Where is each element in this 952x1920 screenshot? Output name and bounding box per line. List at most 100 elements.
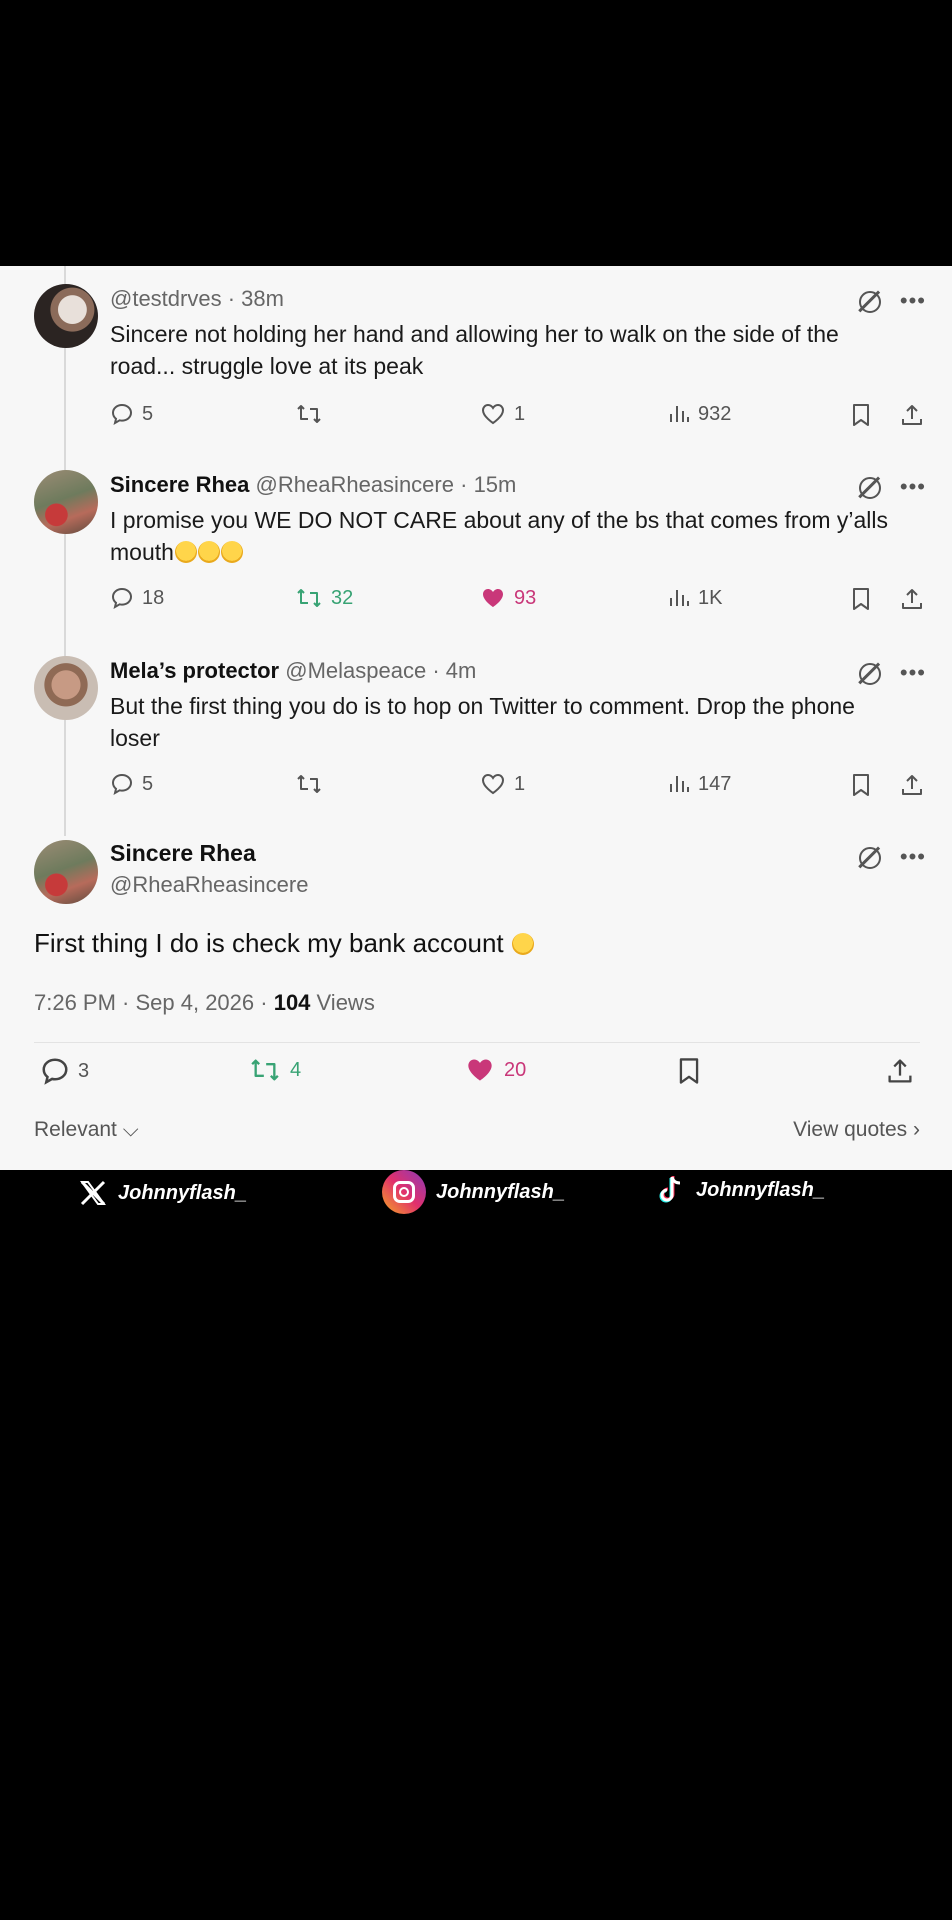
- reply-author-name[interactable]: Mela’s protector: [110, 658, 279, 683]
- main-post-actions: 3 4 20: [40, 1056, 920, 1090]
- repost-count: 4: [290, 1058, 302, 1081]
- thread-line: [64, 266, 66, 836]
- comment-icon: [111, 587, 133, 610]
- like-button[interactable]: 1: [480, 772, 525, 796]
- comment-icon: [111, 773, 133, 796]
- bookmark-button[interactable]: [850, 586, 872, 612]
- instagram-logo-icon: [382, 1170, 426, 1214]
- main-views-count: 104: [273, 990, 311, 1015]
- share-icon: [902, 589, 922, 609]
- astonished-emoji-icon: [511, 933, 534, 955]
- repost-button[interactable]: [295, 772, 331, 796]
- more-icon[interactable]: •••: [900, 290, 926, 312]
- grok-icon[interactable]: [856, 660, 882, 686]
- avatar[interactable]: [34, 284, 98, 348]
- like-button[interactable]: 1: [480, 402, 525, 426]
- repost-icon: [297, 589, 321, 607]
- sort-dropdown[interactable]: Relevant ⌵: [34, 1118, 139, 1141]
- share-icon: [902, 775, 922, 795]
- reply-button[interactable]: 5: [110, 772, 153, 796]
- share-button[interactable]: [900, 772, 924, 798]
- more-icon[interactable]: •••: [900, 662, 926, 684]
- share-icon: [902, 405, 922, 425]
- reply-meta: Sincere Rhea @RheaRheasincere · 15m: [110, 472, 517, 497]
- bookmark-icon: [679, 1058, 699, 1084]
- grok-icon[interactable]: [856, 474, 882, 500]
- reply-count: 5: [142, 402, 154, 425]
- heart-icon: [481, 773, 505, 795]
- reply-text: I promise you WE DO NOT CARE about any o…: [110, 507, 889, 565]
- reply-meta: Mela’s protector @Melaspeace · 4m: [110, 658, 477, 683]
- heart-filled-icon: [483, 589, 503, 607]
- views-button[interactable]: 932: [668, 402, 731, 426]
- more-icon[interactable]: •••: [900, 476, 926, 498]
- heart-icon: [481, 403, 505, 425]
- reply-button[interactable]: 3: [40, 1056, 89, 1086]
- main-author-handle[interactable]: @RheaRheasincere: [110, 872, 308, 898]
- bookmark-icon: [853, 404, 869, 426]
- repost-icon: [251, 1059, 279, 1081]
- bookmark-button[interactable]: [676, 1056, 702, 1086]
- reply-button[interactable]: 18: [110, 586, 164, 610]
- reply-handle[interactable]: @Melaspeace: [285, 658, 426, 683]
- bookmark-button[interactable]: [850, 402, 872, 428]
- like-count: 20: [504, 1058, 527, 1081]
- reply-time[interactable]: 38m: [241, 286, 284, 311]
- views-button[interactable]: 147: [668, 772, 731, 796]
- reply-time[interactable]: 4m: [446, 658, 477, 683]
- share-icon: [888, 1059, 912, 1083]
- reply-handle[interactable]: @RheaRheasincere: [256, 472, 454, 497]
- reply-button[interactable]: 5: [110, 402, 153, 426]
- like-button[interactable]: 20: [464, 1056, 526, 1084]
- views-count: 1K: [698, 586, 723, 609]
- more-icon[interactable]: •••: [900, 846, 926, 868]
- reply-meta: @testdrves · 38m: [110, 286, 284, 311]
- reply-text: Sincere not holding her hand and allowin…: [110, 321, 839, 379]
- laughing-emoji-icon: [220, 541, 243, 563]
- reply-count: 5: [142, 772, 154, 795]
- share-button[interactable]: [900, 586, 924, 612]
- like-button[interactable]: 93: [480, 586, 536, 610]
- instagram-handle-watermark: Johnnyflash_: [382, 1170, 565, 1214]
- like-count: 93: [514, 586, 537, 609]
- analytics-icon: [670, 406, 689, 422]
- tiktok-handle-watermark: Johnnyflash_: [656, 1174, 825, 1206]
- x-handle-watermark: Johnnyflash_: [78, 1178, 247, 1208]
- reply-time[interactable]: 15m: [474, 472, 517, 497]
- bookmark-icon: [853, 774, 869, 796]
- reply-sort-row: Relevant ⌵ View quotes ›: [34, 1118, 920, 1142]
- share-button[interactable]: [900, 402, 924, 428]
- laughing-emoji-icon: [174, 541, 197, 563]
- repost-icon: [297, 775, 321, 793]
- reply-handle[interactable]: @testdrves: [110, 286, 222, 311]
- reply-actions: 5 1 147: [110, 772, 930, 802]
- grok-icon[interactable]: [856, 288, 882, 314]
- repost-icon: [297, 405, 321, 423]
- like-count: 1: [514, 772, 526, 795]
- laughing-emoji-icon: [197, 541, 220, 563]
- heart-filled-icon: [468, 1059, 492, 1081]
- bookmark-button[interactable]: [850, 772, 872, 798]
- share-button[interactable]: [886, 1056, 914, 1086]
- view-quotes-link[interactable]: View quotes ›: [793, 1118, 920, 1142]
- main-avatar[interactable]: [34, 840, 98, 904]
- repost-button[interactable]: [295, 402, 331, 426]
- comment-icon: [42, 1058, 68, 1085]
- chevron-right-icon: ›: [907, 1118, 920, 1141]
- analytics-icon: [670, 590, 689, 606]
- x-logo-icon: [80, 1180, 106, 1206]
- views-button[interactable]: 1K: [668, 586, 722, 610]
- like-count: 1: [514, 402, 526, 425]
- avatar[interactable]: [34, 656, 98, 720]
- avatar[interactable]: [34, 470, 98, 534]
- grok-icon[interactable]: [856, 844, 882, 870]
- tiktok-logo-icon: [659, 1176, 681, 1203]
- tweet-thread-card: @testdrves · 38m ••• Sincere not holding…: [0, 266, 952, 1170]
- reply-actions: 18 32 93 1K: [110, 586, 930, 616]
- repost-button[interactable]: 32: [295, 586, 353, 610]
- repost-button[interactable]: 4: [248, 1056, 301, 1084]
- main-post-text: First thing I do is check my bank accoun…: [34, 928, 534, 959]
- main-author-name[interactable]: Sincere Rhea: [110, 840, 256, 867]
- reply-author-name[interactable]: Sincere Rhea: [110, 472, 249, 497]
- bookmark-icon: [853, 588, 869, 610]
